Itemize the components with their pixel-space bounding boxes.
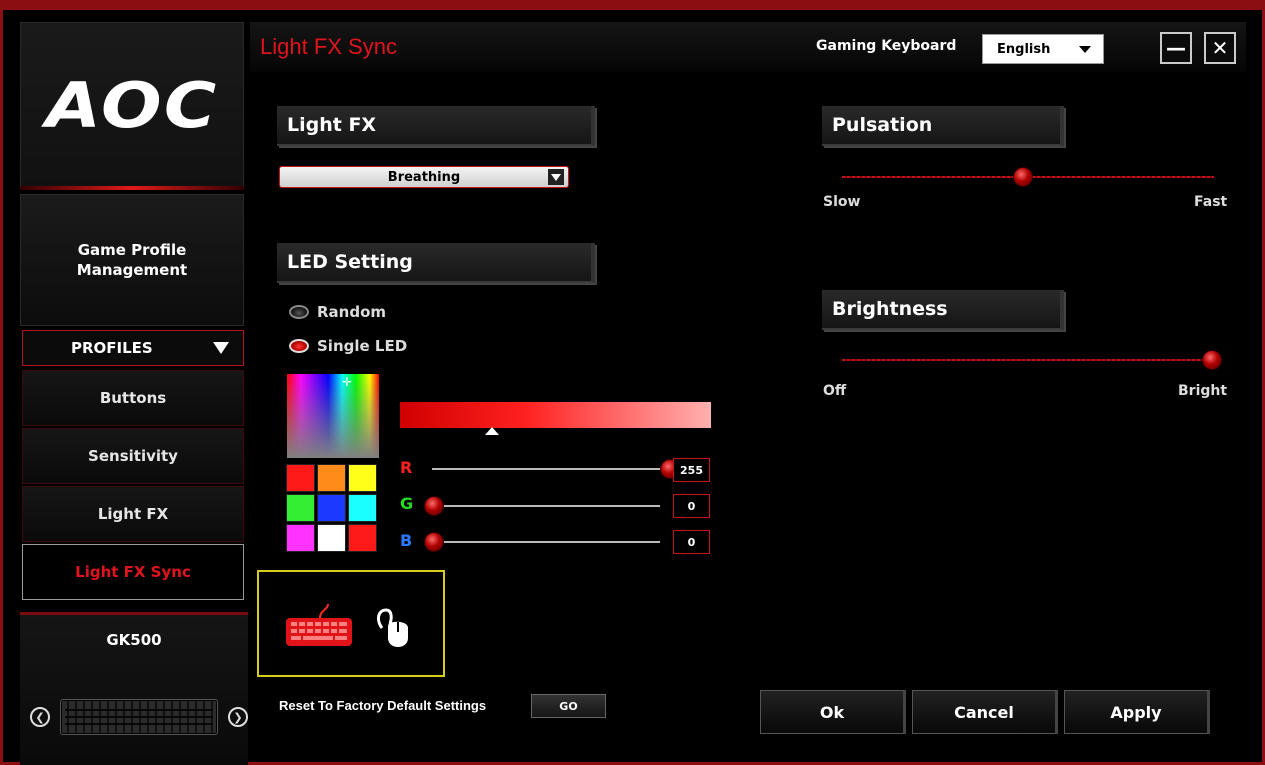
blue-label: B (400, 531, 413, 550)
keyboard-icon[interactable] (284, 600, 354, 648)
green-label: G (400, 494, 414, 513)
color-gradient-bar[interactable] (400, 402, 711, 428)
brightness-header-label: Brightness (832, 298, 948, 320)
crosshair-icon: ✛ (342, 375, 353, 389)
red-slider-track[interactable] (432, 468, 660, 470)
language-value: English (997, 41, 1051, 57)
brightness-slider-knob[interactable] (1202, 350, 1222, 370)
sidebar-item-light-fx-sync[interactable]: Light FX Sync (22, 544, 244, 600)
pulsation-max-label: Fast (1194, 194, 1228, 210)
reset-go-button[interactable]: GO (531, 694, 606, 718)
color-swatch[interactable] (317, 464, 346, 492)
led-setting-header: LED Setting (277, 243, 595, 283)
pulsation-header-label: Pulsation (832, 114, 933, 136)
triangle-down-icon (213, 342, 229, 354)
sidebar-item-buttons[interactable]: Buttons (22, 370, 244, 426)
profiles-dropdown[interactable]: PROFILES (22, 330, 244, 366)
radio-indicator (289, 339, 309, 353)
pulsation-header: Pulsation (822, 106, 1064, 146)
red-label: R (400, 458, 413, 477)
title-bar: Light FX Sync Gaming Keyboard English — … (250, 22, 1246, 72)
color-swatch[interactable] (348, 524, 377, 552)
device-selector: GK500 ❮ ❯ (20, 612, 248, 765)
color-swatch[interactable] (317, 494, 346, 522)
device-type-label: Gaming Keyboard (816, 38, 957, 54)
sidebar-item-label: Light FX (97, 505, 169, 523)
color-swatch[interactable] (286, 464, 315, 492)
device-name: GK500 (106, 631, 162, 649)
radio-random[interactable]: Random (289, 303, 386, 321)
sidebar-item-label: Buttons (99, 389, 167, 407)
brightness-min-label: Off (823, 383, 847, 399)
game-profile-label: Game Profile Management (76, 241, 188, 279)
radio-indicator (289, 305, 309, 319)
dropdown-arrow-icon (548, 169, 564, 185)
language-select[interactable]: English (982, 34, 1104, 64)
gradient-marker-icon[interactable] (485, 427, 499, 435)
chevron-right-circle-icon[interactable]: ❯ (228, 707, 248, 727)
mouse-icon[interactable] (374, 606, 414, 650)
ok-button[interactable]: Ok (760, 690, 906, 734)
green-slider-track[interactable] (432, 505, 660, 507)
color-swatch[interactable] (317, 524, 346, 552)
game-profile-management-button[interactable]: Game Profile Management (20, 194, 244, 326)
light-fx-header-label: Light FX (287, 114, 377, 136)
chevron-left-circle-icon[interactable]: ❮ (30, 707, 50, 727)
radio-single-led[interactable]: Single LED (289, 337, 407, 355)
color-swatch[interactable] (286, 494, 315, 522)
cancel-button[interactable]: Cancel (912, 690, 1058, 734)
logo-divider (20, 186, 244, 190)
logo-box: AOC (20, 22, 244, 188)
light-fx-select[interactable]: Breathing (279, 166, 569, 188)
brightness-slider-track[interactable] (842, 359, 1214, 361)
aoc-logo: AOC (45, 68, 219, 142)
light-fx-value: Breathing (387, 169, 461, 185)
blue-slider-track[interactable] (432, 541, 660, 543)
color-spectrum-picker[interactable]: ✛ (287, 374, 379, 458)
brightness-max-label: Bright (1178, 383, 1228, 399)
sidebar-item-label: Sensitivity (88, 447, 178, 465)
radio-label: Single LED (317, 337, 408, 355)
sidebar-item-sensitivity[interactable]: Sensitivity (22, 428, 244, 484)
green-value-field[interactable]: 0 (673, 494, 710, 518)
color-swatch[interactable] (348, 494, 377, 522)
page-title: Light FX Sync (260, 34, 397, 59)
keyboard-thumbnail (60, 699, 218, 735)
led-setting-header-label: LED Setting (287, 251, 413, 273)
apply-button[interactable]: Apply (1064, 690, 1210, 734)
light-fx-header: Light FX (277, 106, 595, 146)
blue-value-field[interactable]: 0 (673, 530, 710, 554)
reset-label: Reset To Factory Default Settings (279, 698, 487, 713)
minimize-button[interactable]: — (1160, 32, 1192, 64)
red-value-field[interactable]: 255 (673, 458, 710, 482)
chevron-down-icon (1079, 46, 1091, 53)
blue-slider-knob[interactable] (424, 532, 444, 552)
sidebar-item-label: Light FX Sync (75, 563, 191, 581)
sidebar-item-light-fx[interactable]: Light FX (22, 486, 244, 542)
close-button[interactable]: ✕ (1204, 32, 1236, 64)
radio-label: Random (317, 303, 387, 321)
sync-device-panel (257, 570, 445, 677)
pulsation-slider-knob[interactable] (1013, 167, 1033, 187)
green-slider-knob[interactable] (424, 496, 444, 516)
pulsation-min-label: Slow (823, 194, 861, 210)
profiles-label: PROFILES (71, 339, 153, 357)
color-swatch[interactable] (286, 524, 315, 552)
brightness-header: Brightness (822, 290, 1064, 330)
color-swatch[interactable] (348, 464, 377, 492)
sidebar: AOC Game Profile Management PROFILES But… (20, 22, 248, 765)
